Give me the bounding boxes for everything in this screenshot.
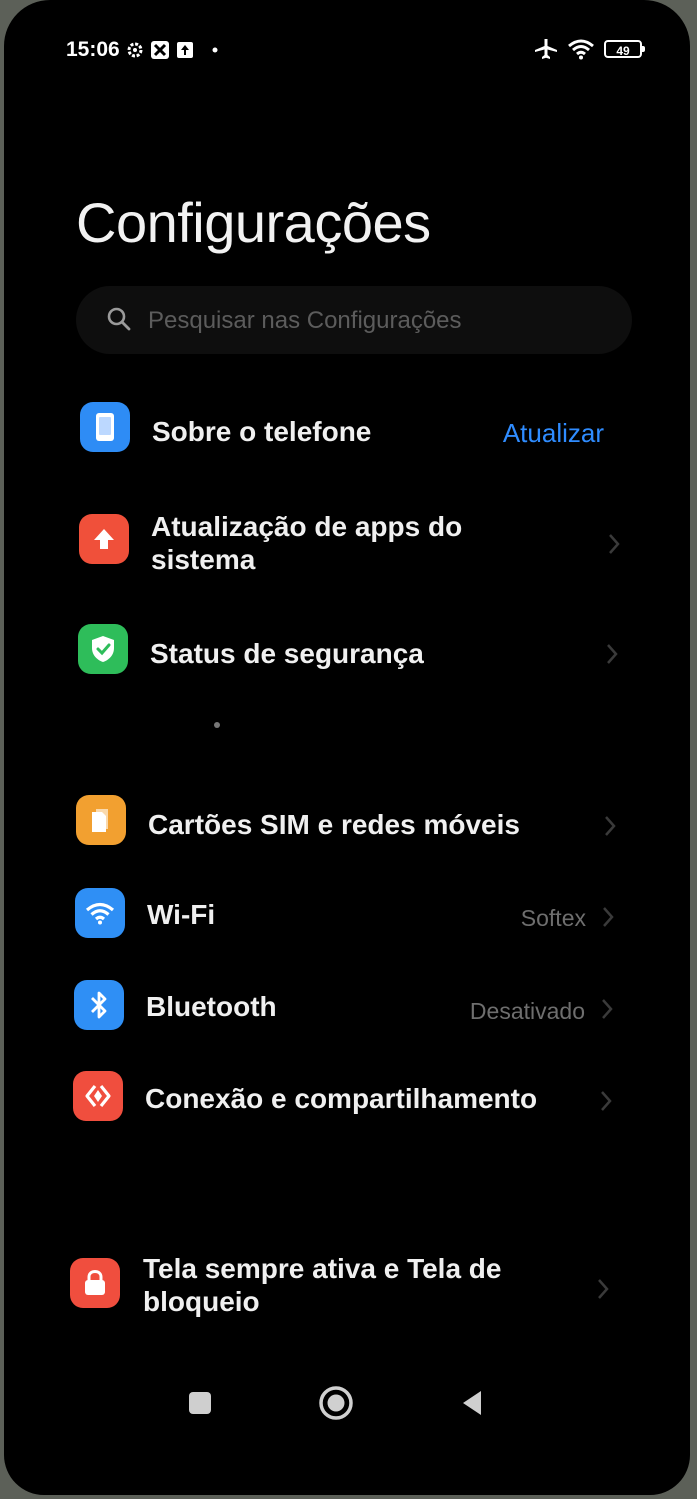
- divider-dot: [214, 722, 220, 728]
- status-bar-right: 49: [534, 38, 645, 60]
- chevron-right-icon: [606, 643, 618, 670]
- about-phone-label: Sobre o telefone: [152, 416, 372, 447]
- shield-check-icon: [78, 624, 128, 674]
- bluetooth-icon: [74, 980, 124, 1030]
- chevron-right-icon: [600, 1090, 612, 1117]
- back-triangle-icon[interactable]: [448, 1380, 496, 1426]
- up-arrow-icon: [79, 514, 129, 564]
- lock-icon: [70, 1258, 120, 1308]
- sim-cards-label: Cartões SIM e redes móveis: [148, 809, 520, 840]
- phone-screen: 15:06 49 Configurações Pesquisar nas Con…: [4, 0, 690, 1495]
- sim-card-icon: [76, 795, 126, 845]
- chevron-right-icon: [608, 533, 620, 560]
- settings-item-security-status[interactable]: Status de segurança: [4, 615, 690, 690]
- phone-icon: [80, 402, 130, 452]
- search-input[interactable]: [146, 286, 620, 356]
- wifi-icon: [75, 888, 125, 938]
- status-bar: 15:06 49: [66, 38, 645, 68]
- settings-item-system-apps-update[interactable]: Atualização de apps do sistema: [4, 500, 690, 590]
- battery-icon: 49: [604, 40, 645, 58]
- search-icon: [106, 306, 132, 337]
- navigation-bar: [4, 1380, 690, 1426]
- settings-item-bluetooth[interactable]: Bluetooth Desativado: [4, 970, 690, 1045]
- wifi-network-value: Softex: [520, 905, 586, 931]
- settings-item-lock-screen[interactable]: Tela sempre ativa e Tela de bloqueio: [4, 1240, 690, 1330]
- status-time: 15:06: [66, 38, 120, 61]
- settings-item-connection-sharing[interactable]: Conexão e compartilhamento: [4, 1062, 690, 1137]
- chevron-right-icon: [597, 1278, 609, 1305]
- app-notification-icon: [150, 40, 170, 60]
- chevron-right-icon: [604, 815, 616, 842]
- upload-icon: [176, 41, 194, 59]
- airplane-icon: [534, 38, 558, 60]
- update-button[interactable]: Atualizar: [503, 418, 604, 449]
- battery-level: 49: [616, 44, 630, 58]
- search-bar[interactable]: [76, 286, 632, 356]
- connection-share-icon: [73, 1071, 123, 1121]
- recents-square-icon[interactable]: [176, 1380, 224, 1426]
- settings-gear-icon: [126, 41, 144, 59]
- bluetooth-label: Bluetooth: [146, 991, 277, 1022]
- home-circle-icon[interactable]: [312, 1380, 360, 1426]
- wifi-label: Wi-Fi: [147, 899, 216, 930]
- status-bar-left: 15:06: [66, 38, 218, 62]
- settings-item-wifi[interactable]: Wi-Fi Softex: [4, 878, 690, 953]
- settings-item-about-phone[interactable]: Sobre o telefone Atualizar: [4, 395, 690, 470]
- wifi-icon: [567, 38, 595, 60]
- system-apps-update-label: Atualização de apps do sistema: [151, 511, 463, 575]
- page-title: Configurações: [76, 191, 431, 254]
- security-status-label: Status de segurança: [150, 638, 424, 669]
- chevron-right-icon: [602, 906, 614, 933]
- bluetooth-status-value: Desativado: [469, 998, 585, 1024]
- chevron-right-icon: [601, 998, 613, 1025]
- connection-sharing-label: Conexão e compartilhamento: [145, 1083, 538, 1114]
- settings-item-sim-cards[interactable]: Cartões SIM e redes móveis: [4, 785, 690, 860]
- lock-screen-label: Tela sempre ativa e Tela de bloqueio: [143, 1253, 502, 1317]
- dot-icon: [212, 47, 218, 53]
